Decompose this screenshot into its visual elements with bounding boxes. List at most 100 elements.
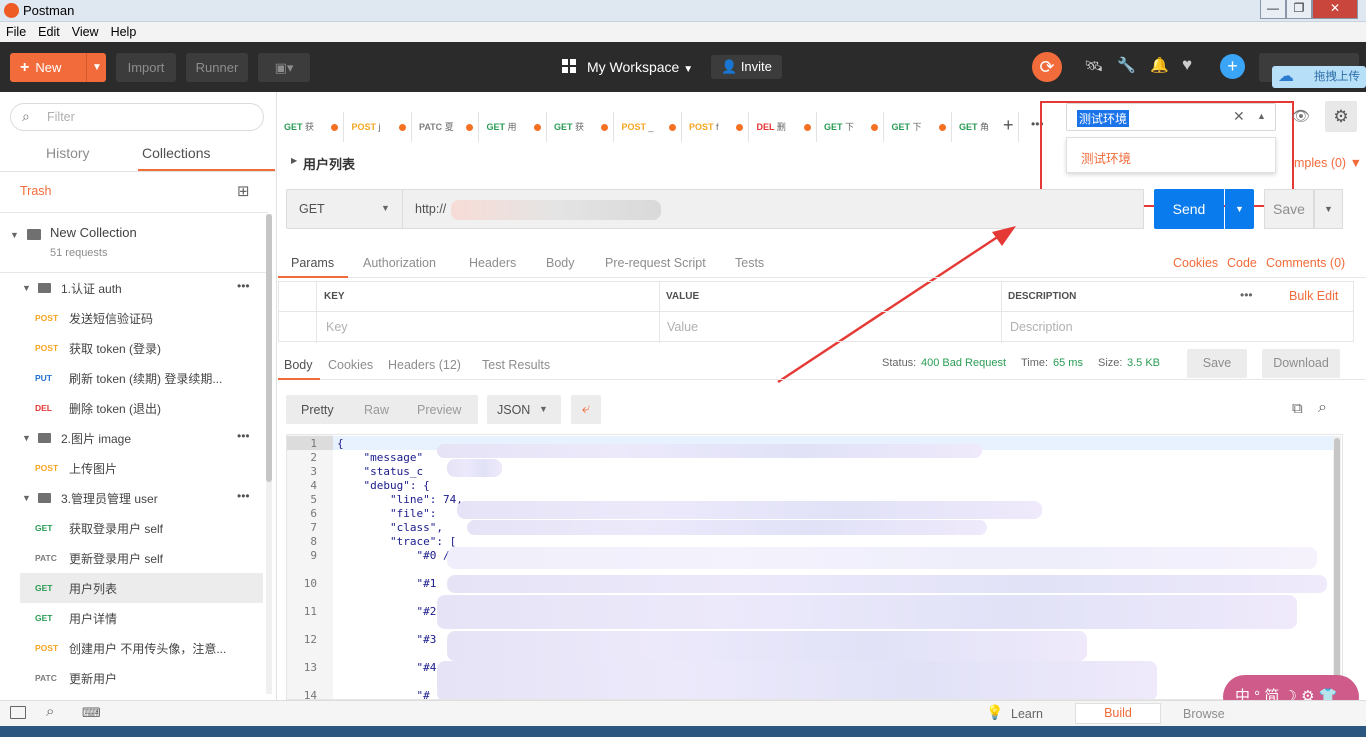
request-tab[interactable]: GET 获 [278,112,344,142]
build-mode-button[interactable]: Build [1075,703,1161,724]
menu-file[interactable]: File [0,22,32,39]
request-tab[interactable]: DEL 删 [751,112,817,142]
save-button[interactable]: Save [1264,189,1314,229]
find-icon[interactable]: ⌕ [46,703,54,720]
tab-response-headers[interactable]: Headers (12) [388,358,461,372]
request-tab[interactable]: POST j [346,112,412,142]
cookies-link[interactable]: Cookies [1173,256,1218,270]
folder-item[interactable]: ▼ 2.图片 image ••• [0,423,268,453]
format-select[interactable]: JSON ▼ [487,395,561,424]
new-collection-icon[interactable]: ⊞ [237,182,250,200]
tab-history[interactable]: History [46,145,90,161]
editor-scrollbar-thumb[interactable] [1334,438,1340,688]
request-item[interactable]: GET 用户列表 [20,573,263,603]
key-input[interactable]: Key [326,320,348,334]
request-tab[interactable]: PATC 夏 [413,112,479,142]
tab-body[interactable]: Body [546,256,575,270]
folder-item[interactable]: ▼ 1.认证 auth ••• [0,273,268,303]
view-pretty[interactable]: Pretty [301,403,334,417]
sidebar-toggle-icon[interactable] [10,706,26,719]
folder-item[interactable]: ▼ 3.管理员管理 user ••• [0,483,268,513]
request-item[interactable]: GET 用户详情 [0,603,268,633]
wrap-lines-icon[interactable]: ⤶ [571,395,601,424]
sync-icon[interactable]: ⟳ [1032,52,1062,82]
request-item[interactable]: DEL 删除 token (退出) [0,393,268,423]
caret-right-icon[interactable]: ▶ [291,156,297,165]
learn-link[interactable]: Learn [1011,707,1043,721]
minimize-button[interactable]: — [1260,0,1286,19]
filter-input[interactable]: ⌕ Filter [10,103,264,131]
send-button[interactable]: Send [1154,189,1224,229]
request-tab[interactable]: POST _ [616,112,682,142]
close-window-button[interactable]: ✕ [1312,0,1358,19]
heart-icon[interactable]: ♥ [1182,55,1192,75]
request-item[interactable]: POST 上传图片 [0,453,268,483]
request-item[interactable]: PATC 更新用户 [0,663,268,693]
new-window-button[interactable]: ▣▾ [258,53,310,82]
menu-view[interactable]: View [66,22,105,39]
save-options-caret-icon[interactable]: ▼ [1314,189,1343,229]
satellite-icon[interactable]: 🛰 [1084,57,1103,75]
request-tab[interactable]: GET 下 [818,112,884,142]
more-options-icon[interactable]: ••• [237,429,250,443]
value-input[interactable]: Value [667,320,698,334]
tab-headers[interactable]: Headers [469,256,516,270]
collection-header[interactable]: ▼ New Collection 51 requests [0,214,268,270]
response-body-editor[interactable]: 1 {2 "message" 3 "status_c 4 "debug": {5 "l… [286,434,1343,700]
new-button[interactable]: + New ▼ [10,53,106,82]
download-button[interactable]: Download [1262,349,1340,378]
request-item[interactable]: PATC 更新登录用户 self [0,543,268,573]
tab-params[interactable]: Params [291,256,334,270]
add-tab-icon[interactable]: + [1003,115,1014,136]
save-response-button[interactable]: Save [1187,349,1247,378]
request-item[interactable]: POST 发送短信验证码 [0,303,268,333]
wrench-icon[interactable]: 🔧 [1117,56,1136,74]
tab-response-cookies[interactable]: Cookies [328,358,373,372]
copy-icon[interactable]: ⧉ [1292,400,1303,417]
search-icon[interactable]: ⌕ [1318,399,1327,417]
request-tab[interactable]: GET 获 [548,112,614,142]
trash-link[interactable]: Trash [20,184,52,198]
tab-tests[interactable]: Tests [735,256,764,270]
request-tab[interactable]: GET 下 [886,112,952,142]
examples-link[interactable]: mples (0) ▼ [1294,156,1362,170]
menu-edit[interactable]: Edit [32,22,66,39]
upload-badge[interactable]: ☁ 拖拽上传 [1272,66,1366,88]
comments-link[interactable]: Comments (0) [1266,256,1345,270]
tab-response-body[interactable]: Body [284,358,313,372]
scrollbar-thumb[interactable] [266,214,272,482]
bulk-edit-link[interactable]: Bulk Edit [1289,289,1338,303]
runner-button[interactable]: Runner [186,53,248,82]
invite-button[interactable]: 👤 Invite [711,55,782,79]
send-options-caret-icon[interactable]: ▼ [1225,189,1254,229]
request-tab[interactable]: POST f [683,112,749,142]
request-item[interactable]: PUT 刷新 token (续期) 登录续期... [0,363,268,393]
bell-icon[interactable]: 🔔 [1150,56,1169,74]
browse-mode-button[interactable]: Browse [1183,707,1225,721]
import-button[interactable]: Import [116,53,176,82]
menu-help[interactable]: Help [105,22,143,39]
method-select[interactable]: GET ▼ [286,189,403,229]
view-preview[interactable]: Preview [417,403,461,417]
more-options-icon[interactable]: ••• [237,489,250,503]
console-icon[interactable]: ⌨ [82,705,101,721]
tab-authorization[interactable]: Authorization [363,256,436,270]
tab-test-results[interactable]: Test Results [482,358,550,372]
request-item[interactable]: GET 获取登录用户 self [0,513,268,543]
code-link[interactable]: Code [1227,256,1257,270]
tab-collections[interactable]: Collections [142,145,210,161]
request-item[interactable]: POST 创建用户 不用传头像，注意... [0,633,268,663]
settings-gear-icon[interactable]: ⚙ [1325,101,1357,132]
more-options-icon[interactable]: ••• [1240,288,1253,302]
request-tab[interactable]: GET 用 [481,112,547,142]
caret-down-icon[interactable]: ▼ [92,53,102,82]
eye-icon[interactable]: 👁 [1287,103,1315,131]
maximize-button[interactable]: ❐ [1286,0,1312,19]
upgrade-plus-icon[interactable]: + [1220,54,1245,79]
workspace-switcher[interactable]: My Workspace ▼ [587,59,693,75]
more-options-icon[interactable]: ••• [237,279,250,293]
description-input[interactable]: Description [1010,320,1073,334]
tab-pre-request-script[interactable]: Pre-request Script [605,256,706,270]
request-item[interactable]: POST 获取 token (登录) [0,333,268,363]
view-raw[interactable]: Raw [364,403,389,417]
